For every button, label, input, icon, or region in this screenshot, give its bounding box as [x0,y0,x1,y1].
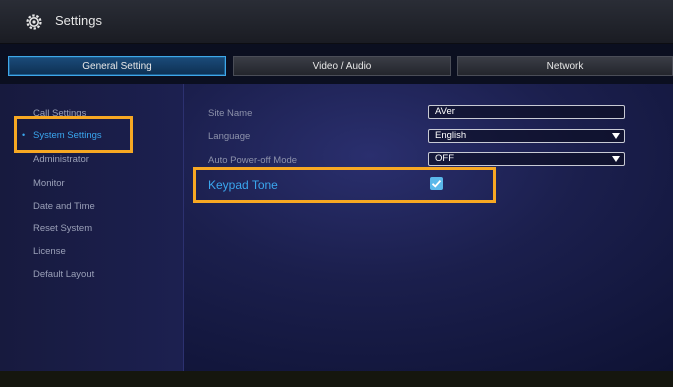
language-label: Language [208,131,251,142]
sidebar-item-administrator[interactable]: Administrator [33,154,89,165]
auto-power-off-label: Auto Power-off Mode [208,155,298,166]
sidebar-item-date-and-time[interactable]: Date and Time [33,201,95,212]
sidebar-item-reset-system[interactable]: Reset System [33,223,92,234]
highlight-box-system-settings [14,116,133,153]
auto-power-off-select[interactable]: OFF [428,152,625,166]
site-name-input[interactable]: AVer [428,105,625,119]
tab-network[interactable]: Network [457,56,673,76]
language-value: English [435,130,467,141]
title-bar: Settings [0,0,673,44]
language-select[interactable]: English [428,129,625,143]
tab-general-setting[interactable]: General Setting [8,56,226,76]
sidebar-item-license[interactable]: License [33,246,66,257]
auto-power-off-value: OFF [435,153,454,164]
highlight-box-keypad-tone [193,167,496,203]
gear-icon [26,14,42,30]
chevron-down-icon [612,156,620,162]
tab-video-audio[interactable]: Video / Audio [233,56,451,76]
bottom-bar [0,371,673,387]
sidebar-item-monitor[interactable]: Monitor [33,178,65,189]
window-title: Settings [55,13,102,28]
sidebar-item-default-layout[interactable]: Default Layout [33,269,94,280]
chevron-down-icon [612,133,620,139]
tab-bar: General Setting Video / Audio Network [0,56,673,76]
site-name-label: Site Name [208,108,253,119]
